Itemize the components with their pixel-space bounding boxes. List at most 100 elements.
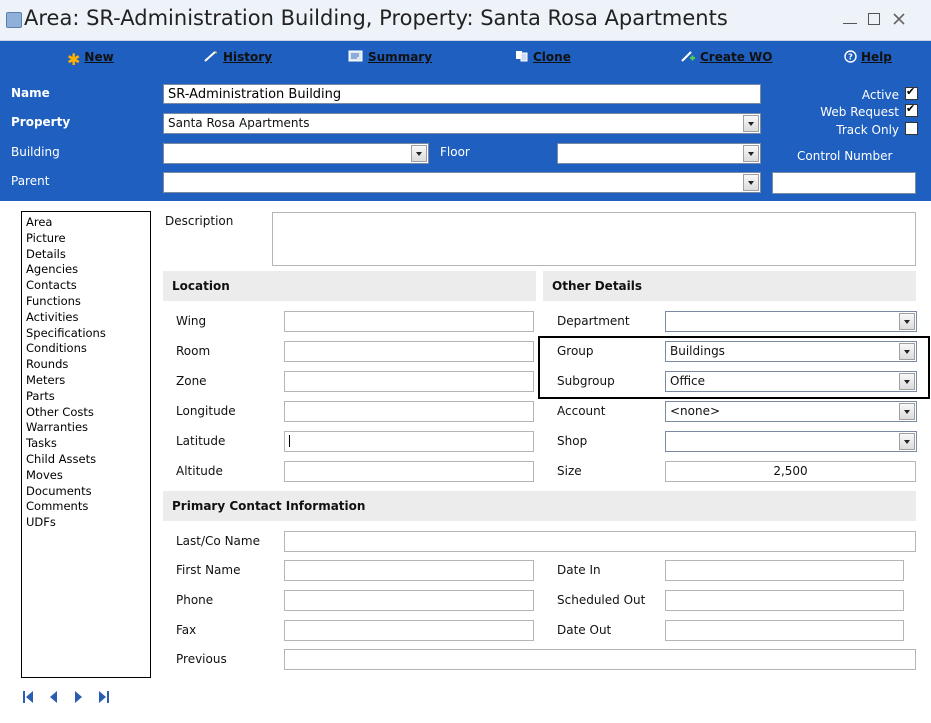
description-textarea[interactable] bbox=[272, 212, 916, 266]
account-value: <none> bbox=[670, 404, 721, 418]
account-dropdown-button[interactable] bbox=[899, 403, 915, 420]
summary-button[interactable]: Summary bbox=[348, 50, 432, 66]
active-checkbox[interactable] bbox=[905, 85, 918, 100]
shop-select[interactable] bbox=[665, 431, 917, 452]
nav-item[interactable]: UDFs bbox=[26, 515, 146, 531]
floor-dropdown-button[interactable] bbox=[743, 145, 759, 162]
nav-item[interactable]: Other Costs bbox=[26, 405, 146, 421]
shop-dropdown-button[interactable] bbox=[899, 433, 915, 450]
track-only-checkbox[interactable] bbox=[905, 122, 918, 135]
department-select[interactable] bbox=[665, 311, 917, 332]
nav-item[interactable]: Child Assets bbox=[26, 452, 146, 468]
fax-input[interactable] bbox=[284, 620, 534, 641]
subgroup-dropdown-button[interactable] bbox=[899, 373, 915, 390]
group-value: Buildings bbox=[670, 344, 725, 358]
nav-item[interactable]: Specifications bbox=[26, 326, 146, 342]
nav-item[interactable]: Parts bbox=[26, 389, 146, 405]
nav-item[interactable]: Tasks bbox=[26, 436, 146, 452]
history-button[interactable]: History bbox=[203, 50, 272, 66]
subgroup-value: Office bbox=[670, 374, 706, 388]
nav-item[interactable]: Details bbox=[26, 247, 146, 263]
summary-label: Summary bbox=[368, 50, 433, 64]
room-input[interactable] bbox=[284, 341, 534, 362]
room-label: Room bbox=[176, 344, 211, 358]
property-label: Property bbox=[11, 115, 71, 129]
group-select[interactable]: Buildings bbox=[665, 341, 917, 362]
longitude-label: Longitude bbox=[176, 404, 236, 418]
group-dropdown-button[interactable] bbox=[899, 343, 915, 360]
department-dropdown-button[interactable] bbox=[899, 313, 915, 330]
nav-item[interactable]: Documents bbox=[26, 484, 146, 500]
maximize-button[interactable] bbox=[864, 10, 884, 28]
nav-item[interactable]: Activities bbox=[26, 310, 146, 326]
create-wo-icon bbox=[680, 50, 696, 66]
group-label: Group bbox=[557, 344, 594, 358]
scheduled-out-input[interactable] bbox=[665, 590, 904, 611]
nav-item[interactable]: Conditions bbox=[26, 341, 146, 357]
record-nav-list: Area Picture Details Agencies Contacts F… bbox=[21, 211, 151, 678]
help-button[interactable]: ? Help bbox=[844, 50, 892, 67]
nav-item[interactable]: Contacts bbox=[26, 278, 146, 294]
department-label: Department bbox=[557, 314, 630, 328]
building-dropdown-button[interactable] bbox=[411, 145, 427, 162]
first-name-label: First Name bbox=[176, 563, 241, 577]
first-record-icon[interactable] bbox=[22, 690, 34, 704]
minimize-button[interactable] bbox=[840, 10, 860, 28]
app-icon bbox=[6, 12, 22, 28]
web-request-checkbox[interactable] bbox=[905, 102, 918, 117]
nav-item[interactable]: Meters bbox=[26, 373, 146, 389]
date-in-input[interactable] bbox=[665, 560, 904, 581]
nav-item[interactable]: Area bbox=[26, 215, 146, 231]
property-dropdown-button[interactable] bbox=[743, 115, 759, 132]
help-label: Help bbox=[861, 50, 892, 64]
last-co-name-input[interactable] bbox=[284, 531, 916, 552]
last-co-name-label: Last/Co Name bbox=[176, 534, 260, 548]
floor-select[interactable] bbox=[557, 143, 761, 164]
help-icon: ? bbox=[844, 50, 857, 67]
first-name-input[interactable] bbox=[284, 560, 534, 581]
parent-dropdown-button[interactable] bbox=[743, 174, 759, 191]
clone-button[interactable]: Clone bbox=[515, 50, 571, 66]
web-request-row: Web Request bbox=[820, 102, 918, 119]
nav-item[interactable]: Rounds bbox=[26, 357, 146, 373]
window-title: Area: SR-Administration Building, Proper… bbox=[24, 6, 728, 30]
property-select[interactable]: Santa Rosa Apartments bbox=[163, 113, 761, 134]
longitude-input[interactable] bbox=[284, 401, 534, 422]
nav-item[interactable]: Moves bbox=[26, 468, 146, 484]
fax-label: Fax bbox=[176, 623, 197, 637]
track-only-label: Track Only bbox=[836, 123, 899, 137]
property-value: Santa Rosa Apartments bbox=[168, 116, 310, 130]
nav-item[interactable]: Picture bbox=[26, 231, 146, 247]
text-caret bbox=[289, 435, 290, 447]
zone-input[interactable] bbox=[284, 371, 534, 392]
wing-input[interactable] bbox=[284, 311, 534, 332]
nav-item[interactable]: Agencies bbox=[26, 262, 146, 278]
phone-input[interactable] bbox=[284, 590, 534, 611]
date-out-input[interactable] bbox=[665, 620, 904, 641]
nav-item[interactable]: Functions bbox=[26, 294, 146, 310]
next-record-icon[interactable] bbox=[74, 690, 84, 704]
control-number-input[interactable] bbox=[772, 172, 916, 194]
altitude-input[interactable] bbox=[284, 461, 534, 482]
description-label: Description bbox=[165, 214, 234, 228]
nav-item[interactable]: Comments bbox=[26, 499, 146, 515]
account-select[interactable]: <none> bbox=[665, 401, 917, 422]
area-window: Area: SR-Administration Building, Proper… bbox=[0, 0, 931, 723]
previous-input[interactable] bbox=[284, 649, 916, 670]
subgroup-select[interactable]: Office bbox=[665, 371, 917, 392]
parent-select[interactable] bbox=[163, 172, 761, 193]
nav-item[interactable]: Warranties bbox=[26, 420, 146, 436]
new-button[interactable]: ✱ New bbox=[67, 50, 114, 69]
previous-record-icon[interactable] bbox=[48, 690, 58, 704]
create-wo-button[interactable]: Create WO bbox=[680, 50, 772, 66]
building-select[interactable] bbox=[163, 143, 429, 164]
title-bar: Area: SR-Administration Building, Proper… bbox=[0, 0, 931, 41]
close-button[interactable] bbox=[889, 10, 909, 28]
date-out-label: Date Out bbox=[557, 623, 612, 637]
clone-icon bbox=[515, 50, 529, 66]
size-input[interactable]: 2,500 bbox=[665, 461, 916, 482]
web-request-label: Web Request bbox=[820, 105, 899, 119]
latitude-input[interactable] bbox=[284, 431, 534, 452]
last-record-icon[interactable] bbox=[98, 690, 110, 704]
name-input[interactable]: SR-Administration Building bbox=[163, 84, 761, 104]
